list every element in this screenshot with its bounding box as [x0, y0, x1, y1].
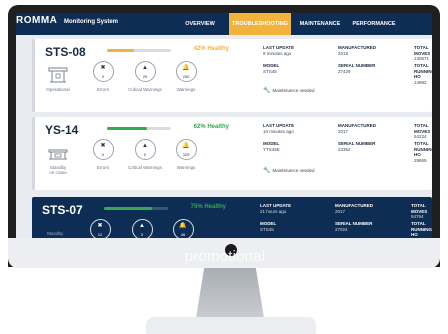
warning-triangle-icon: ▲: [142, 143, 148, 149]
warnings-count: 250: [182, 74, 190, 79]
bell-icon: 🔔: [182, 65, 190, 71]
errors-metric[interactable]: ✖ 12: [83, 219, 117, 238]
critical-warnings-count: 3: [140, 232, 144, 237]
unit-card-sts-07[interactable]: STS-07 75% Healthy Standby ✖ 12 ▲ 3 🔔 46 LA…: [32, 197, 432, 238]
wrench-icon: 🔧: [263, 88, 271, 94]
health-percentage: 62% Healthy: [193, 124, 229, 130]
critical-warnings-label: Critical Warnings: [128, 165, 162, 170]
errors-metric[interactable]: ✖ 0 Errors: [86, 61, 120, 92]
health-bar: [107, 127, 171, 130]
health-percentage: 75% Healthy: [190, 204, 226, 210]
critical-warnings-label: Critical Warnings: [128, 87, 162, 92]
tab-maintenance[interactable]: MAINTENANCE: [295, 13, 345, 35]
errors-count: 0: [101, 152, 105, 157]
wrench-icon: 🔧: [263, 168, 271, 174]
last-update-field: LAST UPDATE 10 minutes ago: [263, 123, 295, 134]
health-bar: [104, 207, 168, 210]
maintenance-text: Maintenance needed: [272, 88, 315, 93]
model-field: MODEL STS45: [260, 221, 277, 232]
unit-card-ys-14[interactable]: YS-14 62% Healthy Standby on crane ✖ 0 Er…: [32, 117, 432, 190]
unit-status: Standby on crane: [49, 165, 67, 176]
yard-crane-icon: [48, 149, 68, 160]
critical-warnings-count: 0: [143, 152, 147, 157]
last-update-field: LAST UPDATE 9 minutes ago: [263, 45, 295, 56]
unit-status: Standby: [46, 231, 64, 236]
bell-icon: 🔔: [179, 223, 187, 229]
serial-number-field: SERIAL NUMBER 23352: [338, 141, 376, 152]
error-icon: ✖: [97, 223, 103, 229]
top-navigation-bar: ROMMA Monitoring System OVERVIEW TROUBLE…: [16, 13, 432, 35]
crane-icon: [48, 67, 68, 83]
tab-troubleshooting[interactable]: TROUBLESHOOTING: [229, 13, 291, 35]
unit-card-sts-08[interactable]: STS-08 42% Healthy Operational ✖ 0 Errors…: [32, 39, 432, 112]
brand-logo: ROMMA: [16, 15, 58, 26]
unit-id: STS-07: [42, 203, 83, 217]
model-field: MODEL YTS45E: [263, 141, 280, 152]
monitor-stand-base: [146, 317, 316, 334]
monitor-stand-neck: [196, 268, 264, 318]
unit-id: STS-08: [45, 45, 86, 59]
monitor-mockup: ROMMA Monitoring System OVERVIEW TROUBLE…: [0, 0, 448, 334]
caption-text: promotional: [184, 248, 266, 265]
warning-triangle-icon: ▲: [139, 223, 145, 229]
app-subtitle: Monitoring System: [64, 19, 119, 25]
warnings-metric[interactable]: 🔔 329 Warnings: [169, 139, 203, 170]
warnings-label: Warnings: [176, 165, 196, 170]
unit-status: Operational: [46, 87, 70, 92]
health-bar: [107, 49, 171, 52]
health-bar-fill: [107, 49, 134, 52]
total-running-hours-field: TOTAL RUNNING HO29865: [414, 141, 432, 163]
total-running-hours-field: TOTAL RUNNING HO21405: [411, 221, 432, 238]
serial-number-field: SERIAL NUMBER 27024: [335, 221, 373, 232]
manufactured-field: MANUFACTURED 2018: [338, 45, 376, 56]
critical-warnings-metric[interactable]: ▲ 29 Critical Warnings: [128, 61, 162, 92]
warnings-count: 329: [182, 152, 190, 157]
app-screen: ROMMA Monitoring System OVERVIEW TROUBLE…: [16, 13, 432, 238]
errors-metric[interactable]: ✖ 0 Errors: [86, 139, 120, 170]
warnings-label: Warnings: [176, 87, 196, 92]
warnings-metric[interactable]: 🔔 250 Warnings: [169, 61, 203, 92]
errors-label: Errors: [96, 165, 110, 170]
total-running-hours-field: TOTAL RUNNING HO14992: [414, 63, 432, 85]
health-bar-fill: [104, 207, 152, 210]
errors-count: 0: [101, 74, 105, 79]
manufactured-field: MANUFACTURED 2017: [335, 203, 373, 214]
error-icon: ✖: [100, 143, 106, 149]
total-moves-field: TOTAL MOVES 84764: [411, 203, 428, 220]
warning-triangle-icon: ▲: [142, 65, 148, 71]
manufactured-field: MANUFACTURED 2017: [338, 123, 376, 134]
errors-label: Errors: [96, 87, 110, 92]
unit-id: YS-14: [45, 123, 79, 137]
total-moves-field: TOTAL MOVES 130571: [414, 45, 431, 62]
error-icon: ✖: [100, 65, 106, 71]
health-bar-fill: [107, 127, 147, 130]
errors-count: 12: [97, 232, 103, 237]
health-percentage: 42% Healthy: [193, 46, 229, 52]
total-moves-field: TOTAL MOVES 54224: [414, 123, 431, 140]
warnings-metric[interactable]: 🔔 46: [166, 219, 200, 238]
warnings-count: 46: [180, 232, 186, 237]
tab-performance[interactable]: PERFORMANCE: [349, 13, 399, 35]
maintenance-text: Maintenance needed: [272, 168, 315, 173]
critical-warnings-metric[interactable]: ▲ 0 Critical Warnings: [128, 139, 162, 170]
serial-number-field: SERIAL NUMBER 27429: [338, 63, 376, 74]
tab-overview[interactable]: OVERVIEW: [178, 13, 222, 35]
maintenance-notice[interactable]: 🔧 Maintenance needed: [263, 167, 315, 174]
last-update-field: LAST UPDATE 21 hours ago: [260, 203, 292, 214]
bell-icon: 🔔: [182, 143, 190, 149]
maintenance-notice[interactable]: 🔧 Maintenance needed: [263, 87, 315, 94]
critical-warnings-metric[interactable]: ▲ 3: [125, 219, 159, 238]
model-field: MODEL STS45: [263, 63, 280, 74]
critical-warnings-count: 29: [142, 74, 148, 79]
